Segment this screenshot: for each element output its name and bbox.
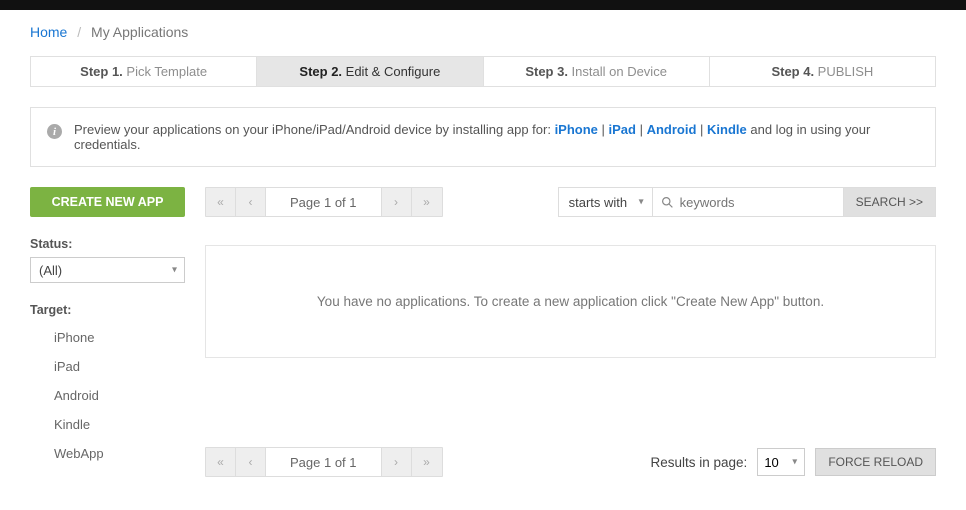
results-per-page-label: Results in page: [651, 455, 748, 470]
info-sep-3: | [696, 122, 707, 137]
bottom-toolbar: « ‹ Page 1 of 1 › » Results in page: 10 … [205, 427, 936, 477]
link-kindle[interactable]: Kindle [707, 122, 747, 137]
step-2-bold: Step 2. [299, 64, 342, 79]
info-icon: i [47, 124, 62, 139]
info-text: Preview your applications on your iPhone… [74, 122, 919, 152]
pager-top: « ‹ Page 1 of 1 › » [205, 187, 443, 217]
window-topbar [0, 0, 966, 10]
double-chevron-left-icon: « [217, 455, 224, 469]
chevron-right-icon: › [394, 195, 398, 209]
search-icon [661, 196, 674, 209]
status-select[interactable]: (All) [30, 257, 185, 283]
info-prefix: Preview your applications on your iPhone… [74, 122, 555, 137]
pager-label: Page 1 of 1 [266, 448, 382, 476]
empty-state: You have no applications. To create a ne… [205, 245, 936, 358]
step-4-bold: Step 4. [771, 64, 814, 79]
info-banner: i Preview your applications on your iPho… [30, 107, 936, 167]
step-3-bold: Step 3. [525, 64, 568, 79]
main-row: CREATE NEW APP Status: (All) ▾ Target: i… [30, 187, 936, 477]
search-button[interactable]: SEARCH >> [843, 188, 935, 216]
force-reload-button[interactable]: FORCE RELOAD [815, 448, 936, 476]
target-item-iphone[interactable]: iPhone [30, 323, 185, 352]
status-select-wrap: (All) ▾ [30, 257, 185, 283]
pager-bottom: « ‹ Page 1 of 1 › » [205, 447, 443, 477]
double-chevron-right-icon: » [423, 195, 430, 209]
content: « ‹ Page 1 of 1 › » starts with ▾ [205, 187, 936, 477]
pager-last-button[interactable]: » [412, 188, 442, 216]
double-chevron-right-icon: » [423, 455, 430, 469]
step-3-label: Install on Device [568, 64, 667, 79]
search-mode-select[interactable]: starts with [559, 188, 652, 216]
pager-label: Page 1 of 1 [266, 188, 382, 216]
step-edit-configure[interactable]: Step 2. Edit & Configure [257, 57, 483, 86]
step-1-bold: Step 1. [80, 64, 123, 79]
pager-prev-button[interactable]: ‹ [236, 188, 266, 216]
perpage-wrap: 10 ▾ [757, 448, 805, 476]
search-input[interactable] [674, 195, 835, 210]
link-iphone[interactable]: iPhone [555, 122, 598, 137]
chevron-right-icon: › [394, 455, 398, 469]
target-item-webapp[interactable]: WebApp [30, 439, 185, 468]
wizard-steps: Step 1. Pick Template Step 2. Edit & Con… [30, 56, 936, 87]
step-publish[interactable]: Step 4. PUBLISH [710, 57, 935, 86]
info-sep-2: | [636, 122, 647, 137]
info-sep-1: | [598, 122, 609, 137]
step-pick-template[interactable]: Step 1. Pick Template [31, 57, 257, 86]
step-4-label: PUBLISH [814, 64, 873, 79]
results-per-page-select[interactable]: 10 [757, 448, 805, 476]
chevron-left-icon: ‹ [249, 195, 253, 209]
chevron-left-icon: ‹ [249, 455, 253, 469]
breadcrumb-home[interactable]: Home [30, 24, 67, 40]
sidebar: CREATE NEW APP Status: (All) ▾ Target: i… [30, 187, 185, 477]
pager-prev-button[interactable]: ‹ [236, 448, 266, 476]
search-input-wrap [653, 188, 843, 216]
target-list: iPhone iPad Android Kindle WebApp [30, 323, 185, 468]
top-toolbar: « ‹ Page 1 of 1 › » starts with ▾ [205, 187, 936, 217]
pager-first-button[interactable]: « [206, 448, 236, 476]
step-install-device[interactable]: Step 3. Install on Device [484, 57, 710, 86]
pager-next-button[interactable]: › [382, 448, 412, 476]
double-chevron-left-icon: « [217, 195, 224, 209]
step-1-label: Pick Template [123, 64, 207, 79]
pager-next-button[interactable]: › [382, 188, 412, 216]
breadcrumb: Home / My Applications [30, 10, 936, 56]
create-new-app-button[interactable]: CREATE NEW APP [30, 187, 185, 217]
step-2-label: Edit & Configure [342, 64, 440, 79]
status-label: Status: [30, 237, 185, 251]
target-item-kindle[interactable]: Kindle [30, 410, 185, 439]
pager-first-button[interactable]: « [206, 188, 236, 216]
search-group: starts with ▾ SEARCH >> [558, 187, 936, 217]
pager-last-button[interactable]: » [412, 448, 442, 476]
target-label: Target: [30, 303, 185, 317]
breadcrumb-current: My Applications [91, 24, 188, 40]
content-area: You have no applications. To create a ne… [205, 217, 936, 477]
page-container: Home / My Applications Step 1. Pick Temp… [0, 10, 966, 477]
link-ipad[interactable]: iPad [609, 122, 636, 137]
search-mode-wrap: starts with ▾ [559, 188, 653, 216]
target-item-android[interactable]: Android [30, 381, 185, 410]
target-item-ipad[interactable]: iPad [30, 352, 185, 381]
breadcrumb-separator: / [77, 24, 81, 40]
link-android[interactable]: Android [647, 122, 697, 137]
